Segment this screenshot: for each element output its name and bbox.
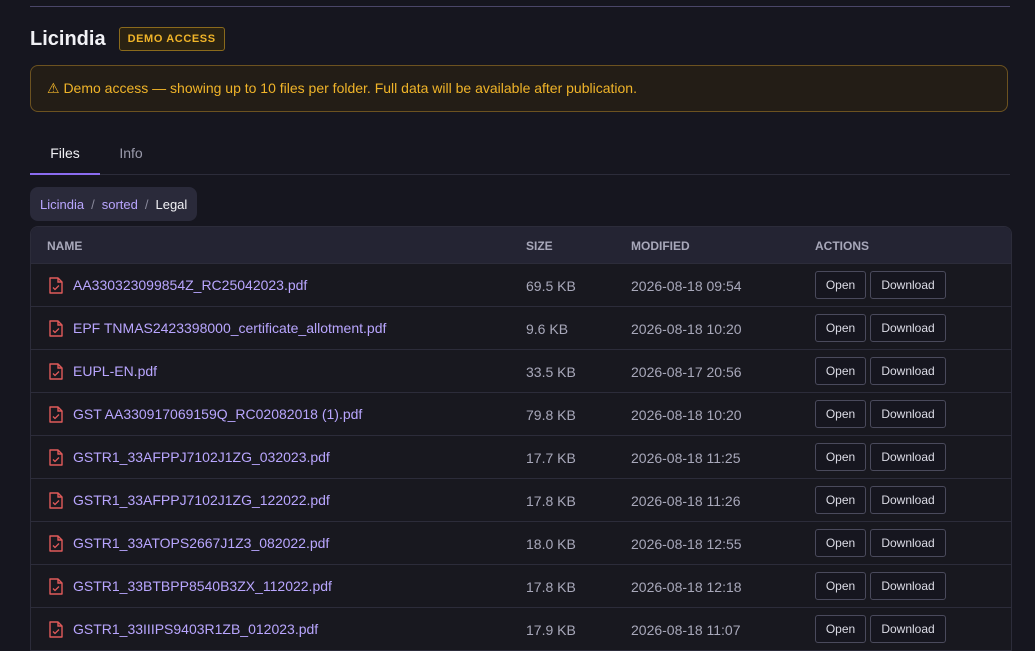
download-button[interactable]: Download [870, 400, 946, 428]
demo-access-badge: DEMO ACCESS [118, 27, 225, 51]
pdf-file-icon [49, 492, 63, 509]
file-size: 9.6 KB [526, 321, 569, 337]
file-modified: 2026-08-18 11:26 [631, 493, 741, 509]
file-modified: 2026-08-17 20:56 [631, 364, 742, 380]
pdf-file-icon [49, 449, 63, 466]
breadcrumb: Licindia / sorted / Legal [30, 187, 198, 221]
open-button[interactable]: Open [815, 486, 866, 514]
file-modified: 2026-08-18 09:54 [631, 278, 742, 294]
file-name-link[interactable]: EPF TNMAS2423398000_certificate_allotmen… [73, 320, 386, 336]
file-modified: 2026-08-18 11:25 [631, 450, 741, 466]
download-button[interactable]: Download [870, 529, 946, 557]
breadcrumb-current: Legal [155, 196, 188, 212]
file-name-link[interactable]: GSTR1_33AFPPJ7102J1ZG_032023.pdf [73, 449, 330, 465]
table-row: GSTR1_33BTBPP8540B3ZX_112022.pdf 17.8 KB 2… [31, 565, 1011, 608]
open-button[interactable]: Open [815, 529, 866, 557]
pdf-file-icon [49, 406, 63, 423]
column-header-modified[interactable]: MODIFIED [631, 239, 690, 253]
file-size: 17.8 KB [526, 493, 576, 509]
download-button[interactable]: Download [870, 314, 946, 342]
file-modified: 2026-08-18 11:07 [631, 622, 741, 638]
table-row: GST AA330917069159Q_RC02082018 (1).pdf 79… [31, 393, 1011, 436]
pdf-file-icon [49, 320, 63, 337]
file-modified: 2026-08-18 12:18 [631, 579, 742, 595]
file-modified: 2026-08-18 12:55 [631, 536, 742, 552]
breadcrumb-separator: / [144, 196, 149, 212]
table-row: EUPL-EN.pdf 33.5 KB 2026-08-17 20:56 Open Do… [31, 350, 1011, 393]
download-button[interactable]: Download [870, 572, 946, 600]
pdf-file-icon [49, 578, 63, 595]
file-size: 79.8 KB [526, 407, 576, 423]
page-title: Licindia [30, 27, 106, 50]
table-header: NAME SIZE MODIFIED ACTIONS [31, 227, 1011, 264]
files-table: NAME SIZE MODIFIED ACTIONS AA33032309985… [30, 226, 1012, 651]
file-size: 33.5 KB [526, 364, 576, 380]
table-row: GSTR1_33ATOPS2667J1Z3_082022.pdf 18.0 KB 2… [31, 522, 1011, 565]
open-button[interactable]: Open [815, 443, 866, 471]
table-body: AA330323099854Z_RC25042023.pdf 69.5 KB 202… [31, 264, 1011, 651]
column-header-size[interactable]: SIZE [526, 239, 553, 253]
file-modified: 2026-08-18 10:20 [631, 321, 742, 337]
open-button[interactable]: Open [815, 357, 866, 385]
file-size: 18.0 KB [526, 536, 576, 552]
open-button[interactable]: Open [815, 615, 866, 643]
tab-info[interactable]: Info [100, 132, 162, 174]
demo-alert: ⚠ Demo access — showing up to 10 files p… [30, 65, 1008, 112]
open-button[interactable]: Open [815, 400, 866, 428]
file-name-link[interactable]: GSTR1_33AFPPJ7102J1ZG_122022.pdf [73, 492, 330, 508]
file-size: 17.8 KB [526, 579, 576, 595]
open-button[interactable]: Open [815, 271, 866, 299]
alert-text: ⚠ Demo access — showing up to 10 files p… [47, 80, 637, 96]
breadcrumb-separator: / [91, 196, 95, 212]
file-name-link[interactable]: GSTR1_33BTBPP8540B3ZX_112022.pdf [73, 578, 332, 594]
tab-bar: Files Info [30, 132, 1010, 175]
table-row: EPF TNMAS2423398000_certificate_allotmen… [31, 307, 1011, 350]
file-size: 69.5 KB [526, 278, 576, 294]
table-row: AA330323099854Z_RC25042023.pdf 69.5 KB 202… [31, 264, 1011, 307]
file-modified: 2026-08-18 10:20 [631, 407, 742, 423]
column-header-actions: ACTIONS [815, 239, 869, 253]
file-size: 17.7 KB [526, 450, 576, 466]
open-button[interactable]: Open [815, 314, 866, 342]
tab-files[interactable]: Files [30, 132, 100, 175]
table-row: GSTR1_33AFPPJ7102J1ZG_122022.pdf 17.8 KB 2… [31, 479, 1011, 522]
top-divider [30, 6, 1010, 7]
file-name-link[interactable]: GSTR1_33IIIPS9403R1ZB_012023.pdf [73, 621, 318, 637]
open-button[interactable]: Open [815, 572, 866, 600]
file-name-link[interactable]: AA330323099854Z_RC25042023.pdf [73, 277, 307, 293]
pdf-file-icon [49, 363, 63, 380]
file-name-link[interactable]: EUPL-EN.pdf [73, 363, 157, 379]
breadcrumb-link-sorted[interactable]: sorted [102, 197, 138, 212]
download-button[interactable]: Download [870, 443, 946, 471]
file-size: 17.9 KB [526, 622, 576, 638]
file-name-link[interactable]: GSTR1_33ATOPS2667J1Z3_082022.pdf [73, 535, 329, 551]
table-row: GSTR1_33AFPPJ7102J1ZG_032023.pdf 17.7 KB 2… [31, 436, 1011, 479]
page-header: Licindia DEMO ACCESS [30, 27, 225, 51]
breadcrumb-link-licindia[interactable]: Licindia [40, 197, 84, 212]
download-button[interactable]: Download [870, 271, 946, 299]
pdf-file-icon [49, 535, 63, 552]
column-header-name[interactable]: NAME [47, 239, 82, 253]
download-button[interactable]: Download [870, 615, 946, 643]
file-name-link[interactable]: GST AA330917069159Q_RC02082018 (1).pdf [73, 406, 362, 422]
download-button[interactable]: Download [870, 486, 946, 514]
pdf-file-icon [49, 277, 63, 294]
download-button[interactable]: Download [870, 357, 946, 385]
